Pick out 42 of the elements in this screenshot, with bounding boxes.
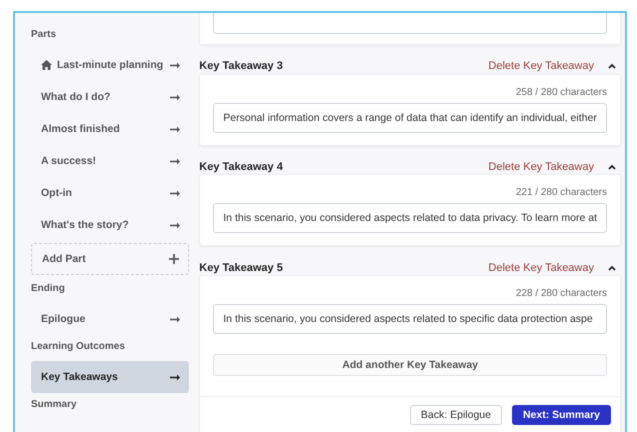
back-button[interactable]: Back: Epilogue xyxy=(410,405,502,426)
chevron-up-icon[interactable] xyxy=(608,63,616,70)
next-button[interactable]: Next: Summary xyxy=(512,405,611,426)
sidebar-item[interactable]: Last-minute planning xyxy=(31,49,190,81)
delete-link[interactable]: Delete Key Takeaway xyxy=(488,262,594,274)
delete-link[interactable]: Delete Key Takeaway xyxy=(488,161,594,173)
arrow-icon xyxy=(170,220,180,230)
section-heading: Learning Outcomes xyxy=(31,340,126,354)
text-field[interactable]: In this scenario, you considered aspects related to data privacy. To learn more at xyxy=(213,203,607,234)
text-field[interactable]: In this scenario, you considered aspects related to specific data protection aspe xyxy=(213,304,607,334)
text-field[interactable] xyxy=(213,13,607,34)
plus-icon xyxy=(169,254,180,264)
text-field[interactable]: Personal information covers a range of data that can identify an individual, either xyxy=(213,102,607,133)
arrow-icon xyxy=(170,314,180,324)
add-takeaway-button[interactable]: Add another Key Takeaway xyxy=(213,354,607,376)
character-count: 221 / 280 characters xyxy=(514,187,607,198)
add-part-button[interactable]: Add Part xyxy=(31,243,190,275)
arrow-icon xyxy=(170,124,180,134)
sidebar-item[interactable]: Almost finished xyxy=(31,113,190,145)
chevron-up-icon[interactable] xyxy=(608,264,616,271)
sidebar-item[interactable]: What's the story? xyxy=(31,209,190,241)
character-count: 258 / 280 characters xyxy=(514,86,607,98)
arrow-icon xyxy=(170,60,180,70)
takeaway-title: Key Takeaway 5 xyxy=(199,262,283,274)
takeaway-title: Key Takeaway 4 xyxy=(199,161,283,173)
sidebar-item[interactable]: Epilogue xyxy=(31,303,190,335)
sidebar-item[interactable]: A success! xyxy=(31,145,190,177)
sidebar-item[interactable]: What do I do? xyxy=(31,81,190,113)
arrow-icon xyxy=(170,156,180,166)
chevron-up-icon[interactable] xyxy=(608,164,616,170)
arrow-icon xyxy=(170,188,180,198)
takeaway-title: Key Takeaway 3 xyxy=(199,60,283,72)
home-icon xyxy=(41,60,52,70)
delete-link[interactable]: Delete Key Takeaway xyxy=(488,60,594,72)
section-heading: Parts xyxy=(31,28,58,42)
character-count: 228 / 280 characters xyxy=(514,288,607,300)
sidebar-item[interactable]: Key Takeaways xyxy=(31,361,190,393)
arrow-icon xyxy=(170,372,180,382)
section-heading: Ending xyxy=(31,282,66,296)
section-heading: Summary xyxy=(31,398,78,412)
sidebar-item[interactable]: Opt-in xyxy=(31,177,190,209)
arrow-icon xyxy=(170,92,180,102)
